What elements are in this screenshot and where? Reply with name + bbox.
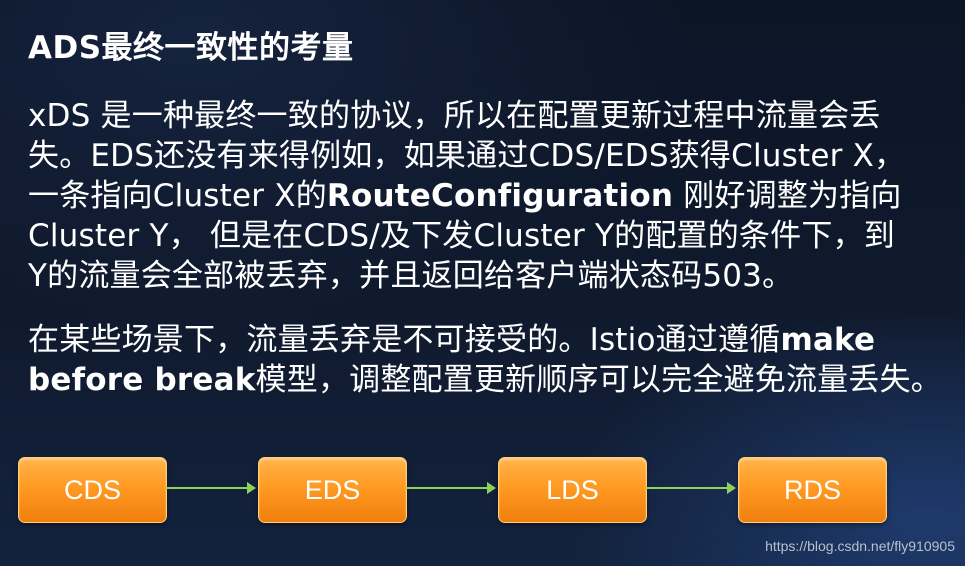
flow-arrow-icon [406, 482, 496, 494]
watermark-url: https://blog.csdn.net/fly910905 [765, 538, 955, 554]
flow-step-lds: LDS [498, 457, 647, 523]
flow-step-rds: RDS [738, 457, 887, 523]
flow-arrow-icon [646, 482, 736, 494]
slide: ADS最终一致性的考量 xDS 是一种最终一致的协议，所以在配置更新过程中流量会… [0, 0, 965, 566]
flow-step-cds: CDS [18, 457, 167, 523]
flow-arrow-icon [166, 482, 256, 494]
flow-step-eds: EDS [258, 457, 407, 523]
update-order-flow: CDS EDS LDS RDS [0, 0, 965, 566]
